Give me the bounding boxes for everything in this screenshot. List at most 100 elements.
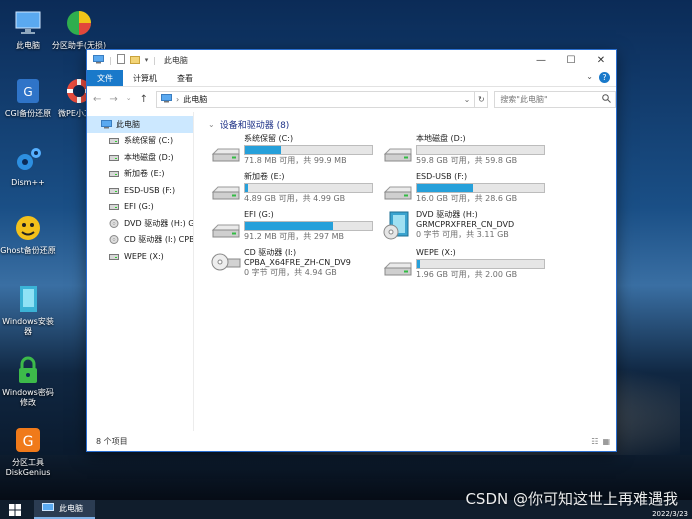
- details-view-icon[interactable]: ☷: [591, 437, 598, 446]
- large-icons-view-icon[interactable]: ▦: [602, 437, 610, 446]
- breadcrumb[interactable]: 此电脑: [183, 94, 207, 105]
- sidebar-item[interactable]: WEPE (X:): [87, 248, 193, 265]
- drive-icon: [109, 252, 119, 261]
- desktop-icon-windows-installer[interactable]: Windows安装器: [0, 284, 57, 337]
- drive-info: 新加卷 (E:) 4.89 GB 可用，共 4.99 GB: [244, 172, 373, 208]
- breadcrumb-separator-icon: ›: [176, 94, 180, 104]
- capacity-bar: [416, 145, 545, 155]
- status-bar: 8 个项目 ☷ ▦: [87, 431, 616, 451]
- sidebar-item[interactable]: 此电脑: [87, 116, 193, 133]
- sidebar-item-label: WEPE (X:): [124, 251, 164, 261]
- tab-file[interactable]: 文件: [87, 70, 123, 86]
- ghost-icon: [13, 213, 43, 243]
- drive-item[interactable]: CD 驱动器 (I:) CPBA_X64FRE_ZH-CN_DV9 0 字节 可用，…: [210, 248, 382, 284]
- desktop-icon-partition-assistant[interactable]: 分区助手(无损): [50, 8, 108, 51]
- window-title: 此电脑: [163, 55, 188, 65]
- drive-volume-label: CPBA_X64FRE_ZH-CN_DV9: [244, 258, 351, 267]
- capacity-bar-fill: [245, 184, 248, 192]
- date: 2022/3/23: [652, 510, 688, 518]
- customize-quick-access-icon[interactable]: ▾: [145, 56, 149, 64]
- start-button[interactable]: [0, 500, 30, 519]
- desktop-icon-dism[interactable]: Dism++: [0, 145, 57, 188]
- drive-grid: 系统保留 (C:) 71.8 MB 可用，共 99.9 MB 本地磁盘 (D:) 59…: [210, 134, 616, 284]
- chevron-down-icon: ⌄: [208, 119, 215, 129]
- windows-installer-icon: [13, 284, 43, 314]
- tab-view[interactable]: 查看: [167, 70, 203, 86]
- drive-item[interactable]: EFI (G:) 91.2 MB 可用，共 297 MB: [210, 210, 382, 246]
- desktop-icon-ghost[interactable]: Ghost备份还原: [0, 213, 57, 256]
- computer-icon: [42, 502, 54, 515]
- properties-icon[interactable]: [116, 54, 125, 66]
- windows-logo-icon: [9, 503, 21, 516]
- drive-item[interactable]: DVD 驱动器 (H:) GRMCPRXFRER_CN_DVD 0 字节 可用，共 …: [382, 210, 554, 246]
- drive-capacity: 0 字节 可用，共 3.11 GB: [416, 230, 509, 239]
- drive-name: DVD 驱动器 (H:): [416, 210, 478, 219]
- new-folder-icon[interactable]: [129, 55, 140, 66]
- separator: |: [109, 55, 112, 65]
- minimize-button[interactable]: —: [526, 50, 556, 70]
- tab-computer[interactable]: 计算机: [123, 70, 167, 86]
- search-icon: [602, 93, 611, 105]
- forward-button[interactable]: →: [109, 94, 117, 105]
- drive-volume-label: GRMCPRXFRER_CN_DVD: [416, 220, 515, 229]
- hard-drive-icon: [210, 210, 242, 246]
- sidebar-item[interactable]: ESD-USB (F:): [87, 182, 193, 199]
- drive-name: EFI (G:): [244, 210, 274, 219]
- back-button[interactable]: ←: [93, 94, 101, 105]
- sidebar-item[interactable]: EFI (G:): [87, 199, 193, 216]
- address-bar[interactable]: › 此电脑 ⌄: [156, 90, 476, 108]
- desktop-icon-this-pc[interactable]: 此电脑: [0, 8, 57, 51]
- sidebar-item-label: 系统保留 (C:): [124, 136, 174, 146]
- drive-item[interactable]: 本地磁盘 (D:) 59.8 GB 可用，共 59.8 GB: [382, 134, 554, 170]
- capacity-bar: [416, 259, 545, 269]
- desktop-icon-cgi-backup[interactable]: G CGI备份还原: [0, 76, 57, 119]
- up-button[interactable]: ↑: [140, 94, 148, 105]
- sidebar-item[interactable]: DVD 驱动器 (H:) G: [87, 215, 193, 232]
- address-dropdown-icon[interactable]: ⌄: [464, 95, 471, 104]
- sidebar-item-label: DVD 驱动器 (H:) G: [124, 218, 193, 228]
- drive-capacity: 1.96 GB 可用，共 2.00 GB: [416, 270, 518, 279]
- diskgenius-icon: G: [13, 425, 43, 455]
- recent-locations-icon[interactable]: ⌄: [126, 94, 132, 105]
- hard-drive-icon: [210, 172, 242, 208]
- maximize-button[interactable]: ☐: [556, 50, 586, 70]
- desktop-icon-diskgenius[interactable]: G 分区工具DiskGenius: [0, 425, 57, 478]
- sidebar-item[interactable]: 系统保留 (C:): [87, 133, 193, 150]
- drive-name: WEPE (X:): [416, 248, 456, 257]
- drive-item[interactable]: 系统保留 (C:) 71.8 MB 可用，共 99.9 MB: [210, 134, 382, 170]
- drive-item[interactable]: ESD-USB (F:) 16.0 GB 可用，共 28.6 GB: [382, 172, 554, 208]
- search-input[interactable]: 搜索"此电脑": [494, 90, 617, 108]
- clock[interactable]: 2022/3/23: [652, 510, 688, 518]
- help-icon[interactable]: ?: [599, 72, 610, 83]
- drive-info: 系统保留 (C:) 71.8 MB 可用，共 99.9 MB: [244, 134, 373, 170]
- drive-item[interactable]: 新加卷 (E:) 4.89 GB 可用，共 4.99 GB: [210, 172, 382, 208]
- computer-icon: [93, 54, 104, 66]
- desktop-icon-password-reset[interactable]: Windows密码修改: [0, 355, 57, 408]
- sidebar-item-label: EFI (G:): [124, 202, 154, 212]
- drive-capacity: 71.8 MB 可用，共 99.9 MB: [244, 156, 347, 165]
- sidebar-item[interactable]: 本地磁盘 (D:): [87, 149, 193, 166]
- taskbar-item-this-pc[interactable]: 此电脑: [34, 500, 95, 519]
- drive-info: DVD 驱动器 (H:) GRMCPRXFRER_CN_DVD 0 字节 可用，共 …: [416, 210, 514, 246]
- sidebar-item[interactable]: CD 驱动器 (I:) CPB: [87, 232, 193, 249]
- separator: |: [153, 55, 156, 65]
- capacity-bar-fill: [417, 184, 473, 192]
- group-header[interactable]: ⌄ 设备和驱动器 (8): [208, 116, 616, 132]
- sidebar-item-label: 此电脑: [116, 119, 140, 129]
- expand-ribbon-icon[interactable]: ⌄: [586, 72, 593, 83]
- drive-capacity: 59.8 GB 可用，共 59.8 GB: [416, 156, 518, 165]
- close-button[interactable]: ✕: [586, 50, 616, 70]
- drive-name: CD 驱动器 (I:): [244, 248, 297, 257]
- drive-item[interactable]: WEPE (X:) 1.96 GB 可用，共 2.00 GB: [382, 248, 554, 284]
- dvd-drive-icon: [382, 210, 414, 240]
- drive-name: 本地磁盘 (D:): [416, 134, 466, 143]
- refresh-button[interactable]: ↻: [475, 90, 489, 108]
- dvd-icon: [109, 218, 119, 228]
- drive-info: CD 驱动器 (I:) CPBA_X64FRE_ZH-CN_DV9 0 字节 可用，…: [244, 248, 351, 284]
- drive-icon: [109, 186, 119, 195]
- sidebar-item[interactable]: 新加卷 (E:): [87, 166, 193, 183]
- hard-drive-icon: [210, 134, 242, 170]
- sidebar-item-label: ESD-USB (F:): [124, 185, 176, 195]
- drive-info: WEPE (X:) 1.96 GB 可用，共 2.00 GB: [416, 248, 545, 284]
- drive-icon: [109, 153, 119, 162]
